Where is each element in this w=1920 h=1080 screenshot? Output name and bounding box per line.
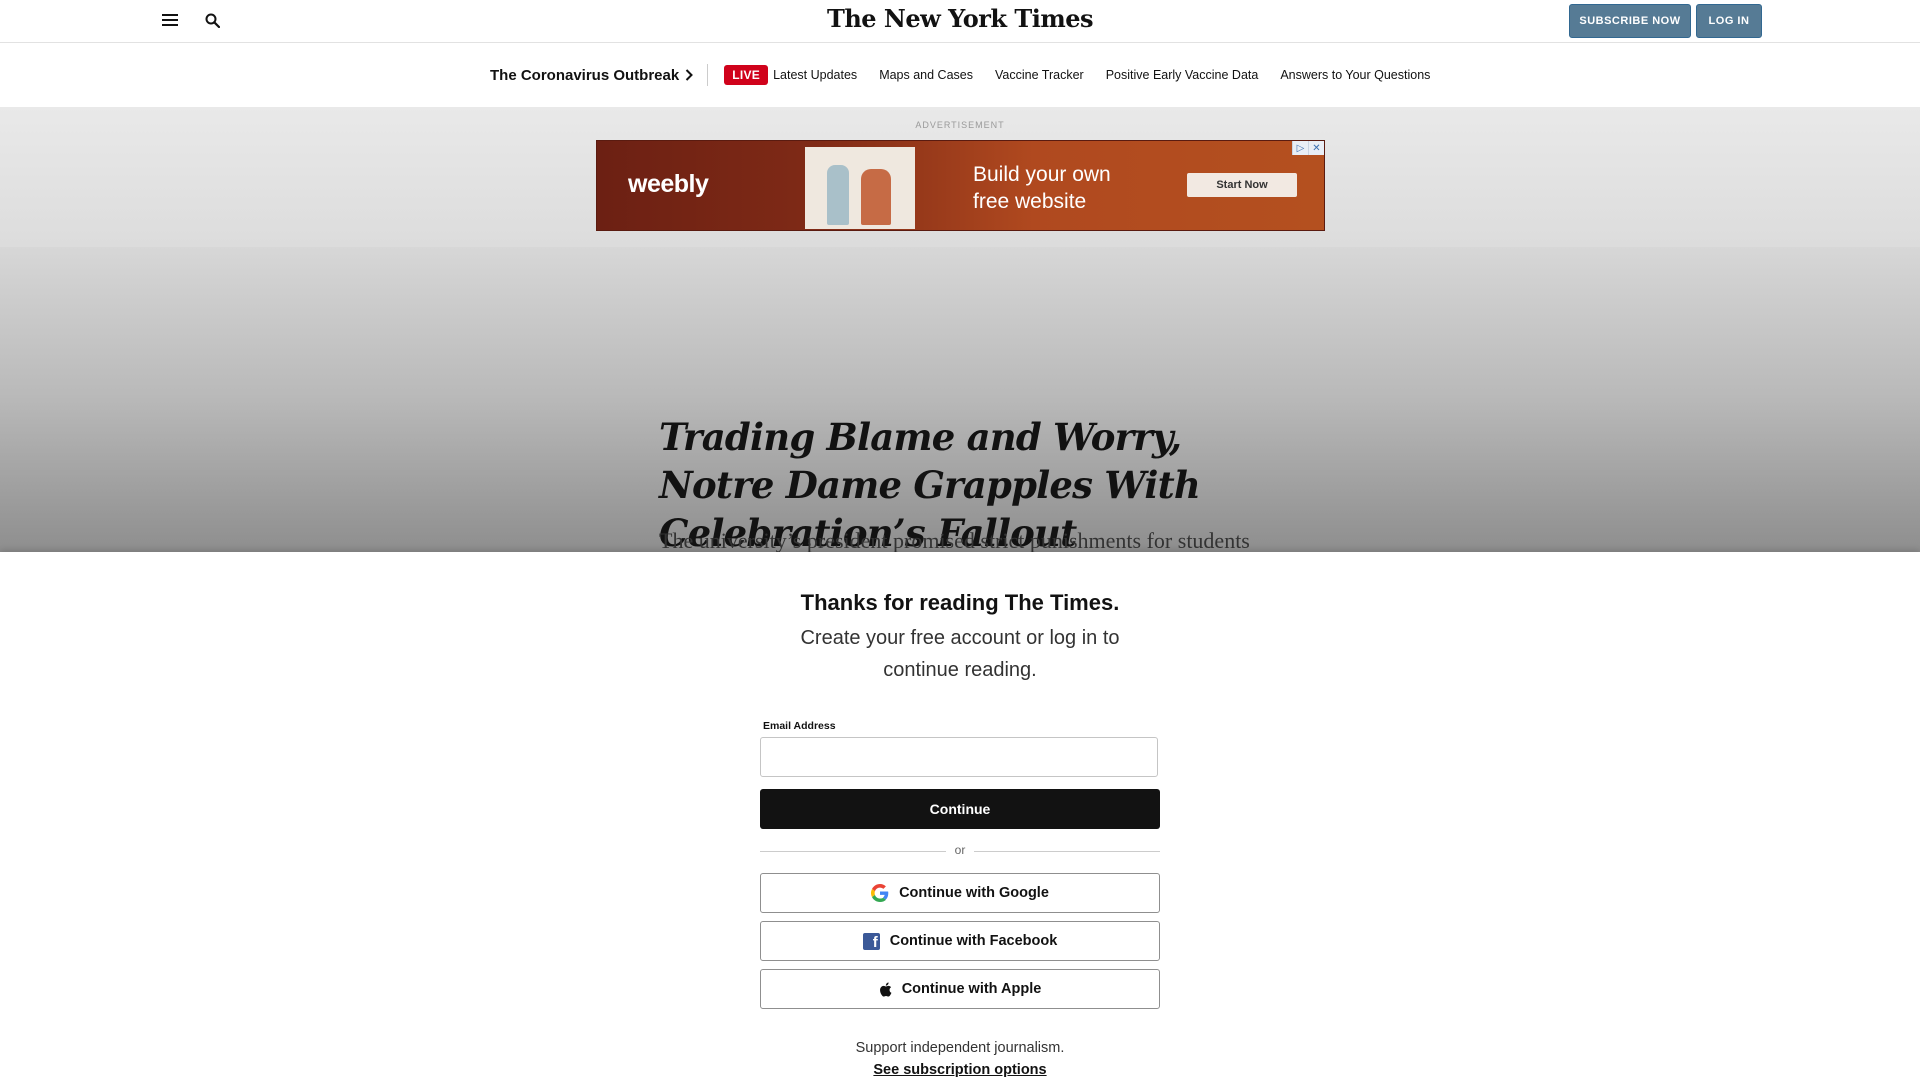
- continue-button[interactable]: Continue: [760, 789, 1160, 829]
- section-nav-row: The Coronavirus Outbreak LIVE Latest Upd…: [490, 43, 1452, 107]
- ad-headline-line: free website: [973, 190, 1087, 213]
- gateway-title: Thanks for reading The Times.: [800, 590, 1120, 615]
- banner-ad[interactable]: weebly Build your own free website Start…: [596, 140, 1325, 231]
- hamburger-menu-icon[interactable]: [158, 8, 182, 32]
- advertisement-label: ADVERTISEMENT: [915, 120, 1005, 130]
- divider-line: [974, 851, 1160, 852]
- continue-with-facebook-button[interactable]: f Continue with Facebook: [760, 921, 1160, 961]
- or-text: or: [954, 843, 966, 857]
- ad-image: [805, 147, 915, 229]
- adchoices[interactable]: ▷ ✕: [1292, 141, 1324, 155]
- support-text: Support independent journalism.: [855, 1040, 1065, 1056]
- google-icon: [871, 884, 889, 902]
- ad-headline: Build your own free website: [973, 161, 1111, 215]
- continue-with-apple-button[interactable]: Continue with Apple: [760, 969, 1160, 1009]
- article-header: ADVERTISEMENT weebly Build your own free…: [0, 107, 1920, 659]
- chevron-right-icon: [686, 69, 694, 81]
- close-icon[interactable]: ✕: [1308, 141, 1324, 155]
- facebook-button-label: Continue with Facebook: [889, 933, 1058, 949]
- email-field[interactable]: [760, 737, 1158, 777]
- masthead: The New York Times SUBSCRIBE NOW LOG IN: [0, 0, 1920, 43]
- google-button-label: Continue with Google: [899, 885, 1049, 901]
- ad-cta-button[interactable]: Start Now: [1187, 173, 1297, 197]
- subscription-options-row: See subscription options: [0, 1062, 1920, 1078]
- continue-with-google-button[interactable]: Continue with Google: [760, 873, 1160, 913]
- ad-headline-line: Build your own: [973, 163, 1111, 186]
- subscription-options-link[interactable]: See subscription options: [873, 1062, 1046, 1078]
- ad-figure: [827, 165, 849, 225]
- or-divider: or: [760, 841, 1160, 861]
- apple-button-label: Continue with Apple: [901, 981, 1042, 997]
- gateway-subtitle: Create your free account or log in to co…: [800, 627, 1120, 681]
- nav-divider: [707, 64, 709, 86]
- ad-band: ADVERTISEMENT weebly Build your own free…: [0, 107, 1920, 247]
- subscribe-button[interactable]: SUBSCRIBE NOW: [1569, 4, 1691, 38]
- nav-link-vaccine-tracker[interactable]: Vaccine Tracker: [995, 68, 1084, 82]
- adchoices-icon[interactable]: ▷: [1292, 141, 1308, 155]
- section-title-link[interactable]: The Coronavirus Outbreak: [490, 66, 694, 84]
- login-button[interactable]: LOG IN: [1696, 4, 1762, 38]
- search-icon[interactable]: [200, 8, 224, 32]
- nav-link-maps-and-cases[interactable]: Maps and Cases: [879, 68, 973, 82]
- coronavirus-section-nav: The Coronavirus Outbreak LIVE Latest Upd…: [0, 43, 1920, 107]
- email-label: Email Address: [763, 720, 836, 732]
- nav-link-latest-updates[interactable]: Latest Updates: [773, 68, 857, 82]
- ad-figure: [861, 169, 891, 225]
- live-badge[interactable]: LIVE: [724, 65, 769, 85]
- section-title: The Coronavirus Outbreak: [490, 66, 680, 84]
- nav-link-answers-to-questions[interactable]: Answers to Your Questions: [1280, 68, 1430, 82]
- ad-brand: weebly: [628, 170, 709, 198]
- facebook-icon: f: [862, 932, 880, 950]
- nav-link-positive-early-vaccine-data[interactable]: Positive Early Vaccine Data: [1106, 68, 1259, 82]
- registration-gateway: Thanks for reading The Times. Create you…: [0, 552, 1920, 1080]
- apple-icon: [879, 981, 892, 997]
- nyt-logo-link[interactable]: The New York Times: [827, 4, 1094, 33]
